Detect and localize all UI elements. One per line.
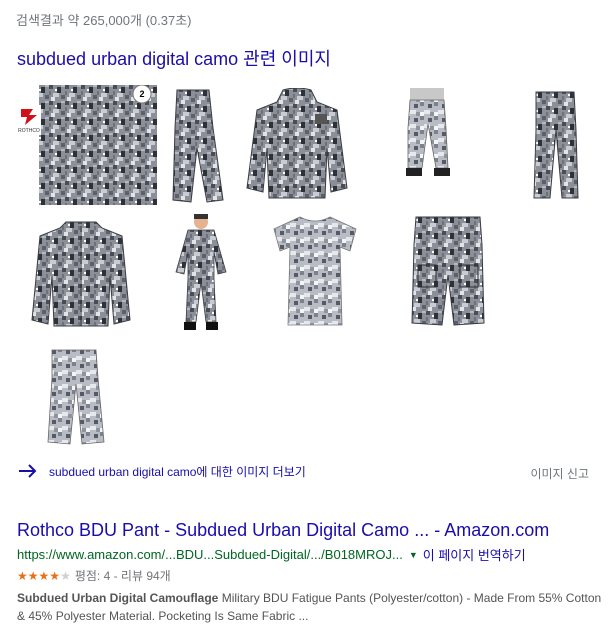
rating-text: 평점: 4 - 리뷰 94개: [74, 569, 171, 583]
more-images-row: subdued urban digital camo에 대한 이미지 더보기 이…: [17, 460, 597, 488]
result-rating: ★★★★★ 평점: 4 - 리뷰 94개: [17, 567, 607, 584]
thumbnail-bdu-shirt[interactable]: [30, 220, 132, 328]
thumbnail-t-shirt[interactable]: [272, 215, 358, 327]
rating-stars: ★★★★★: [17, 569, 71, 583]
star-icon: ★: [49, 568, 61, 583]
snippet-bold: Subdued Urban Digital Camouflage: [17, 591, 219, 605]
thumbnail-bdu-pants[interactable]: [30, 348, 122, 446]
thumbnail-fabric-swatch[interactable]: ROTHCO 2: [17, 85, 157, 205]
child-uniform-image: [175, 214, 227, 330]
badge-count: 2: [139, 89, 144, 99]
more-images-label: subdued urban digital camo에 대한 이미지 더보기: [49, 464, 306, 479]
result-snippet: Subdued Urban Digital Camouflage Militar…: [17, 589, 607, 625]
brand-logo-text: ROTHCO: [18, 128, 40, 134]
fabric-swatch-image: ROTHCO 2: [17, 85, 157, 205]
thumbnail-child-uniform[interactable]: [174, 212, 229, 332]
search-result: Rothco BDU Pant - Subdued Urban Digital …: [17, 520, 607, 625]
thumbnail-hooded-jacket[interactable]: [245, 88, 350, 200]
thumbnail-man-wearing-pants[interactable]: [392, 88, 462, 180]
translate-page-link[interactable]: 이 페이지 번역하기: [423, 545, 526, 564]
more-images-link[interactable]: subdued urban digital camo에 대한 이미지 더보기: [17, 460, 306, 482]
thumbnail-cargo-shorts[interactable]: [410, 215, 486, 327]
pants-front-image: [533, 91, 579, 199]
bdu-pants-image: [47, 349, 105, 445]
thumbnail-pants-front[interactable]: [530, 90, 582, 202]
image-thumbnail-grid: ROTHCO 2: [0, 0, 615, 460]
star-icon: ★: [17, 568, 28, 583]
star-icon: ★: [38, 568, 50, 583]
result-url-line: https://www.amazon.com/...BDU...Subdued-…: [17, 545, 607, 564]
pants-image: [172, 89, 224, 203]
man-pants-image: [406, 88, 450, 176]
star-empty-icon: ★: [60, 568, 71, 583]
jacket-image: [246, 88, 348, 199]
arrow-right-icon: [19, 464, 37, 478]
result-title-link[interactable]: Rothco BDU Pant - Subdued Urban Digital …: [17, 520, 607, 541]
shorts-image: [411, 216, 485, 326]
report-images-link[interactable]: 이미지 신고: [530, 465, 589, 482]
shirt-image: [31, 221, 131, 327]
star-icon: ★: [27, 568, 39, 583]
tshirt-image: [273, 216, 357, 326]
caret-down-icon[interactable]: ▼: [409, 550, 418, 560]
thumbnail-pants-side[interactable]: [163, 88, 233, 206]
result-url: https://www.amazon.com/...BDU...Subdued-…: [17, 547, 403, 562]
